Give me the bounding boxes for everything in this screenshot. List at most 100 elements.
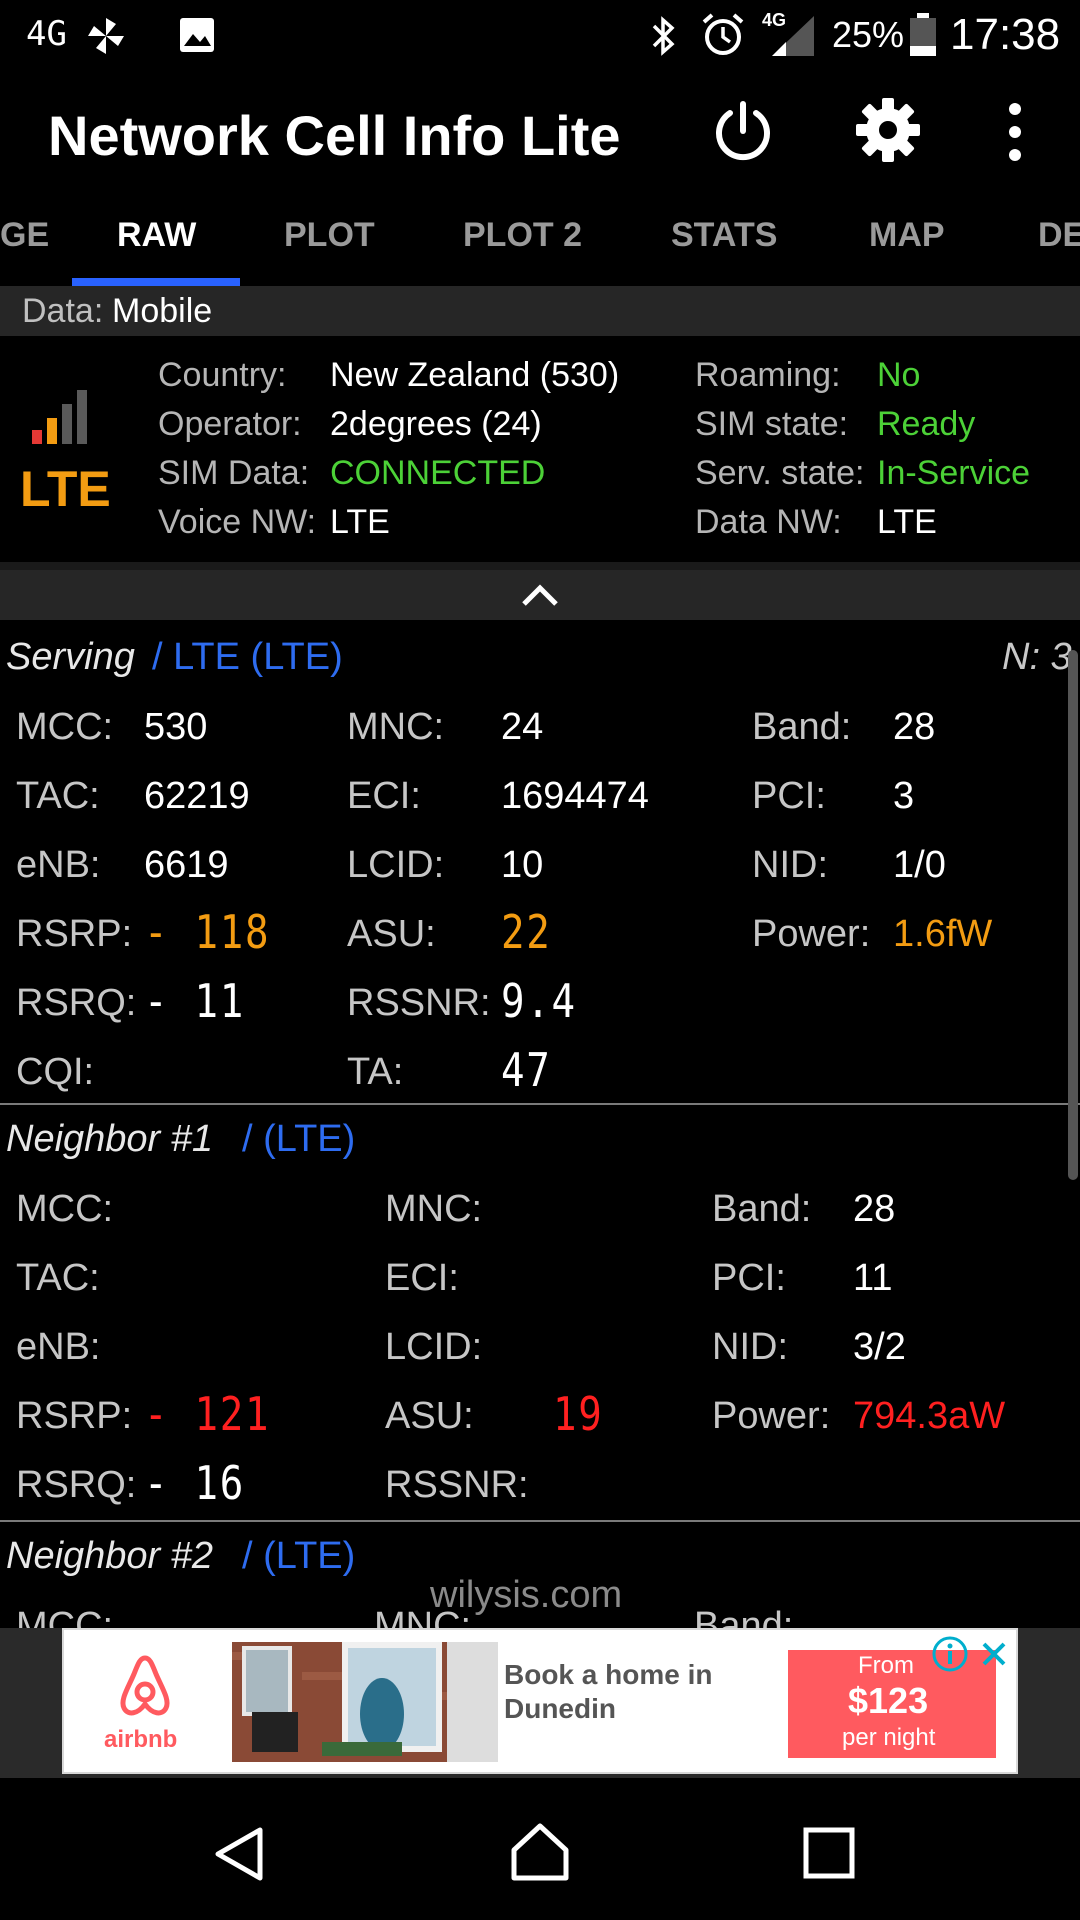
data-nw-value: LTE xyxy=(877,503,937,541)
data-value: Mobile xyxy=(112,292,213,330)
lcid-label: LCID: xyxy=(385,1326,483,1368)
status-bar: 4G 4G 25% 17:38 xyxy=(0,0,1080,75)
more-vertical-icon[interactable] xyxy=(1000,99,1030,165)
serving-title: Serving xyxy=(6,636,135,678)
recents-square-icon[interactable] xyxy=(802,1826,856,1880)
neighbor-1-tech: / (LTE) xyxy=(242,1118,356,1160)
section-divider xyxy=(0,1520,1080,1522)
gear-icon[interactable] xyxy=(855,97,921,163)
eci-label: ECI: xyxy=(347,775,421,817)
network-summary: LTE Country: New Zealand (530) Operator:… xyxy=(0,336,1080,562)
tac-label: TAC: xyxy=(16,1257,100,1299)
sim-state-label: SIM state: xyxy=(695,405,849,443)
enb-label: eNB: xyxy=(16,844,101,886)
roaming-value: No xyxy=(877,356,921,394)
rsrp-label: RSRP: xyxy=(16,1395,133,1437)
data-label: Data: xyxy=(22,292,104,330)
eci-label: ECI: xyxy=(385,1257,459,1299)
asu-value: 22 xyxy=(501,905,552,959)
data-nw-label: Data NW: xyxy=(695,503,842,541)
sim-data-label: SIM Data: xyxy=(158,454,310,492)
band-value: 28 xyxy=(893,706,936,748)
sim-state-value: Ready xyxy=(877,405,976,443)
network-type-indicator: 4G xyxy=(26,14,67,54)
neighbor-2-tech: / (LTE) xyxy=(242,1535,356,1577)
neighbor-2-title: Neighbor #2 xyxy=(6,1535,214,1577)
collapse-bar[interactable] xyxy=(0,562,1080,620)
tac-label: TAC: xyxy=(16,775,100,817)
asu-label: ASU: xyxy=(385,1395,474,1437)
tab-plot-2[interactable]: PLOT 2 xyxy=(463,216,582,255)
ad-banner[interactable]: airbnb Book a home in Dunedin From $123 … xyxy=(62,1628,1018,1774)
app-title: Network Cell Info Lite xyxy=(48,104,621,167)
power-icon[interactable] xyxy=(710,99,776,165)
operator-label: Operator: xyxy=(158,405,302,443)
neighbor-1-title: Neighbor #1 xyxy=(6,1118,214,1160)
chevron-up-icon[interactable] xyxy=(520,582,560,608)
nid-value: 1/0 xyxy=(893,844,946,886)
home-icon[interactable] xyxy=(508,1820,572,1884)
tab-raw[interactable]: RAW xyxy=(117,216,196,255)
pinwheel-icon xyxy=(88,18,124,54)
watermark: wilysis.com xyxy=(430,1574,623,1616)
serving-tech: / LTE (LTE) xyxy=(152,636,343,678)
serving-cell-section: Serving / LTE (LTE) N: 3 MCC: 530 MNC: 2… xyxy=(0,620,1080,1105)
tab-de[interactable]: DE xyxy=(1038,216,1080,255)
band-value: 28 xyxy=(853,1188,896,1230)
serv-state-value: In-Service xyxy=(877,454,1031,492)
alarm-icon xyxy=(702,13,744,55)
section-divider xyxy=(0,1103,1080,1105)
band-label: Band: xyxy=(712,1188,812,1230)
operator-value: 2degrees (24) xyxy=(330,405,542,443)
asu-label: ASU: xyxy=(347,913,436,955)
pci-value: 11 xyxy=(853,1257,893,1299)
tab-map[interactable]: MAP xyxy=(869,216,945,255)
tac-value: 62219 xyxy=(144,775,250,817)
ad-price: $123 xyxy=(848,1680,929,1721)
mnc-value: 24 xyxy=(501,706,544,748)
nid-label: NID: xyxy=(752,844,828,886)
scrollbar-thumb[interactable] xyxy=(1068,650,1078,1180)
rsrq-value: - 11 xyxy=(144,974,245,1028)
power-label: Power: xyxy=(752,913,871,955)
cqi-label: CQI: xyxy=(16,1051,95,1093)
rsrp-value: - 121 xyxy=(144,1387,271,1441)
close-icon[interactable] xyxy=(978,1638,1010,1670)
back-triangle-icon[interactable] xyxy=(210,1824,270,1884)
mcc-label: MCC: xyxy=(16,706,114,748)
signal-strength-icon xyxy=(772,16,814,56)
tab-stats[interactable]: STATS xyxy=(671,216,777,255)
active-tab-indicator xyxy=(72,278,240,286)
nid-label: NID: xyxy=(712,1326,788,1368)
power-value: 794.3aW xyxy=(853,1395,1006,1437)
clock: 17:38 xyxy=(950,10,1061,59)
power-value: 1.6fW xyxy=(893,913,993,955)
lcid-label: LCID: xyxy=(347,844,445,886)
power-label: Power: xyxy=(712,1395,831,1437)
sim-data-value: CONNECTED xyxy=(330,454,546,492)
rsrq-label: RSRQ: xyxy=(16,982,137,1024)
info-icon[interactable] xyxy=(930,1634,970,1674)
rssnr-label: RSSNR: xyxy=(347,982,491,1024)
lcid-value: 10 xyxy=(501,844,544,886)
tab-plot[interactable]: PLOT xyxy=(284,216,375,255)
enb-label: eNB: xyxy=(16,1326,101,1368)
rsrp-value: - 118 xyxy=(144,905,271,959)
rsrq-label: RSRQ: xyxy=(16,1464,137,1506)
tab-ge[interactable]: GE xyxy=(0,216,49,255)
voice-nw-value: LTE xyxy=(330,503,390,541)
voice-nw-label: Voice NW: xyxy=(158,503,317,541)
enb-value: 6619 xyxy=(144,844,229,886)
country-value: New Zealand (530) xyxy=(330,356,620,394)
mnc-label: MNC: xyxy=(347,706,445,748)
nid-value: 3/2 xyxy=(853,1326,906,1368)
band-label: Band: xyxy=(752,706,852,748)
mcc-label: MCC: xyxy=(16,1188,114,1230)
data-connection-bar: Data: Mobile xyxy=(0,286,1080,336)
eci-value: 1694474 xyxy=(501,775,649,817)
rsrp-label: RSRP: xyxy=(16,913,133,955)
pci-label: PCI: xyxy=(712,1257,786,1299)
ta-label: TA: xyxy=(347,1051,404,1093)
ad-brand: airbnb xyxy=(104,1726,178,1753)
mcc-value: 530 xyxy=(144,706,208,748)
